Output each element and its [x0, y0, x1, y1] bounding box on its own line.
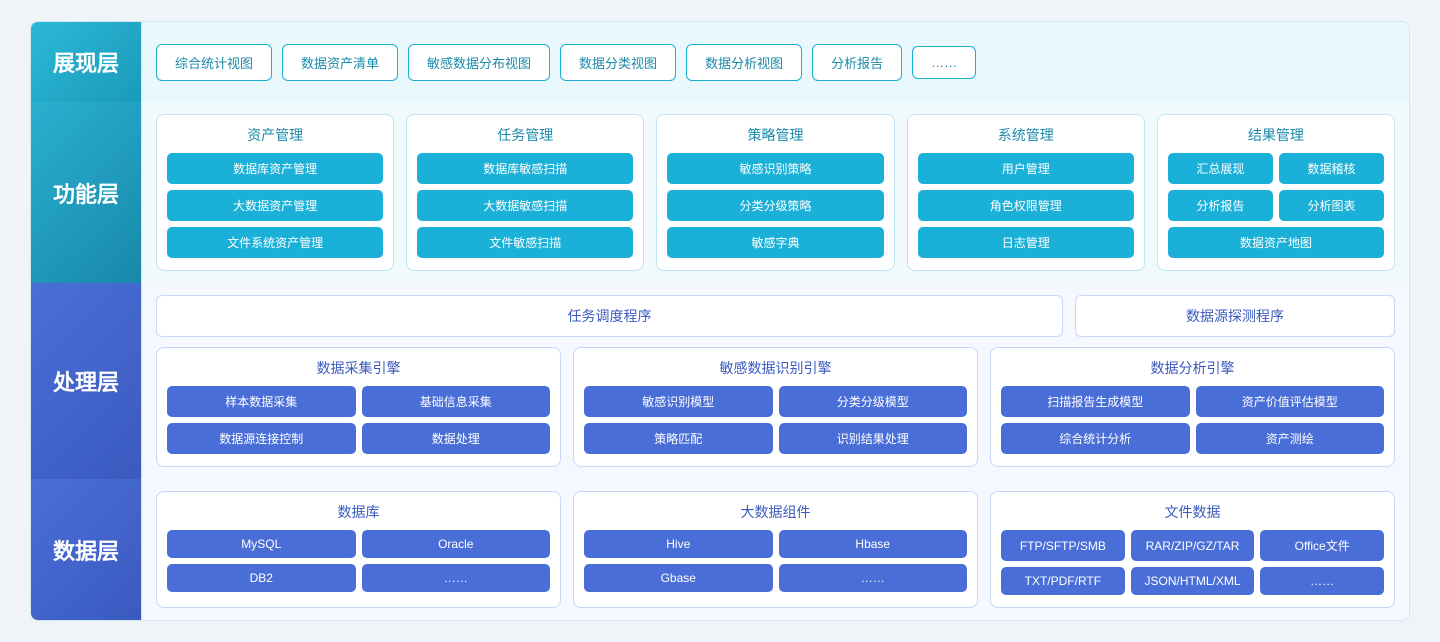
process-layer-content: 任务调度程序数据源探测程序数据采集引擎样本数据采集基础信息采集数据源连接控制数据…: [141, 283, 1409, 479]
func-card-title-1: 任务管理: [417, 125, 633, 145]
data-card-title-2: 文件数据: [1001, 502, 1384, 522]
func-card-title-2: 策略管理: [667, 125, 883, 145]
display-button[interactable]: 分析报告: [812, 44, 902, 81]
func-button[interactable]: 角色权限管理: [918, 190, 1134, 221]
data-layer-row: 数据层 数据库MySQLOracleDB2……大数据组件HiveHbaseGba…: [31, 479, 1409, 620]
data-card-2: 文件数据 FTP/SFTP/SMBRAR/ZIP/GZ/TAROffice文件 TX…: [990, 491, 1395, 608]
func-card-2: 策略管理敏感识别策略分类分级策略敏感字典: [656, 114, 894, 271]
display-layer-row: 展现层 综合统计视图数据资产清单敏感数据分布视图数据分类视图数据分析视图分析报告…: [31, 22, 1409, 102]
func-card-1: 任务管理数据库敏感扫描大数据敏感扫描文件敏感扫描: [406, 114, 644, 271]
func-button[interactable]: 汇总展现: [1168, 153, 1273, 184]
data-card-1: 大数据组件 HiveHbaseGbase……: [573, 491, 978, 608]
func-button[interactable]: 数据库资产管理: [167, 153, 383, 184]
func-button[interactable]: 数据资产地图: [1168, 227, 1384, 258]
func-button[interactable]: 用户管理: [918, 153, 1134, 184]
engines-row: 数据采集引擎样本数据采集基础信息采集数据源连接控制数据处理敏感数据识别引擎敏感识…: [156, 347, 1395, 467]
data-layer-label: 数据层: [31, 479, 141, 620]
engine-card-0: 数据采集引擎样本数据采集基础信息采集数据源连接控制数据处理: [156, 347, 561, 467]
func-button[interactable]: 文件系统资产管理: [167, 227, 383, 258]
display-layer-label: 展现层: [31, 22, 141, 102]
func-button[interactable]: 分析图表: [1279, 190, 1384, 221]
display-button[interactable]: ……: [912, 46, 976, 79]
engine-button[interactable]: 扫描报告生成模型: [1001, 386, 1190, 417]
func-card-0: 资产管理数据库资产管理大数据资产管理文件系统资产管理: [156, 114, 394, 271]
engine-title-0: 数据采集引擎: [167, 358, 550, 378]
data-layer-content: 数据库MySQLOracleDB2……大数据组件HiveHbaseGbase………: [141, 479, 1409, 620]
engine-button[interactable]: 样本数据采集: [167, 386, 356, 417]
func-button[interactable]: 大数据资产管理: [167, 190, 383, 221]
func-button[interactable]: 分类分级策略: [667, 190, 883, 221]
func-button[interactable]: 敏感识别策略: [667, 153, 883, 184]
process-layer-label: 处理层: [31, 283, 141, 479]
data-button[interactable]: ……: [362, 564, 551, 592]
engine-button[interactable]: 基础信息采集: [362, 386, 551, 417]
architecture-diagram: 展现层 综合统计视图数据资产清单敏感数据分布视图数据分类视图数据分析视图分析报告…: [30, 21, 1410, 621]
func-card-title-3: 系统管理: [918, 125, 1134, 145]
display-button[interactable]: 综合统计视图: [156, 44, 272, 81]
data-button[interactable]: Office文件: [1260, 530, 1384, 561]
func-button[interactable]: 数据稽核: [1279, 153, 1384, 184]
engine-button[interactable]: 资产价值评估模型: [1196, 386, 1385, 417]
task-scheduler: 任务调度程序: [156, 295, 1063, 337]
data-button[interactable]: ……: [1260, 567, 1384, 595]
engine-button[interactable]: 敏感识别模型: [584, 386, 773, 417]
process-layer-row: 处理层 任务调度程序数据源探测程序数据采集引擎样本数据采集基础信息采集数据源连接…: [31, 283, 1409, 479]
engine-button[interactable]: 数据处理: [362, 423, 551, 454]
func-button[interactable]: 敏感字典: [667, 227, 883, 258]
engine-card-1: 敏感数据识别引擎敏感识别模型分类分级模型策略匹配识别结果处理: [573, 347, 978, 467]
display-button[interactable]: 数据资产清单: [282, 44, 398, 81]
data-button[interactable]: RAR/ZIP/GZ/TAR: [1131, 530, 1255, 561]
func-button[interactable]: 大数据敏感扫描: [417, 190, 633, 221]
function-layer-row: 功能层 资产管理数据库资产管理大数据资产管理文件系统资产管理任务管理数据库敏感扫…: [31, 102, 1409, 283]
data-button[interactable]: Hbase: [779, 530, 968, 558]
data-card-title-0: 数据库: [167, 502, 550, 522]
process-top: 任务调度程序数据源探测程序: [156, 295, 1395, 337]
data-button[interactable]: Gbase: [584, 564, 773, 592]
engine-button[interactable]: 数据源连接控制: [167, 423, 356, 454]
engine-button[interactable]: 识别结果处理: [779, 423, 968, 454]
data-button[interactable]: DB2: [167, 564, 356, 592]
engine-button[interactable]: 资产测绘: [1196, 423, 1385, 454]
data-grid: 数据库MySQLOracleDB2……大数据组件HiveHbaseGbase………: [156, 491, 1395, 608]
func-button[interactable]: 日志管理: [918, 227, 1134, 258]
func-card-4: 结果管理汇总展现数据稽核分析报告分析图表数据资产地图: [1157, 114, 1395, 271]
func-button[interactable]: 数据库敏感扫描: [417, 153, 633, 184]
data-button[interactable]: MySQL: [167, 530, 356, 558]
function-layer-content: 资产管理数据库资产管理大数据资产管理文件系统资产管理任务管理数据库敏感扫描大数据…: [141, 102, 1409, 283]
engine-title-1: 敏感数据识别引擎: [584, 358, 967, 378]
data-button[interactable]: Hive: [584, 530, 773, 558]
data-card-title-1: 大数据组件: [584, 502, 967, 522]
engine-button[interactable]: 综合统计分析: [1001, 423, 1190, 454]
display-button[interactable]: 敏感数据分布视图: [408, 44, 550, 81]
data-button[interactable]: FTP/SFTP/SMB: [1001, 530, 1125, 561]
func-card-title-4: 结果管理: [1168, 125, 1384, 145]
function-layer-label: 功能层: [31, 102, 141, 283]
data-button[interactable]: ……: [779, 564, 968, 592]
data-button[interactable]: TXT/PDF/RTF: [1001, 567, 1125, 595]
engine-title-2: 数据分析引擎: [1001, 358, 1384, 378]
display-button[interactable]: 数据分析视图: [686, 44, 802, 81]
data-source-explorer: 数据源探测程序: [1075, 295, 1395, 337]
func-button[interactable]: 文件敏感扫描: [417, 227, 633, 258]
data-button[interactable]: Oracle: [362, 530, 551, 558]
engine-button[interactable]: 策略匹配: [584, 423, 773, 454]
engine-button[interactable]: 分类分级模型: [779, 386, 968, 417]
func-card-3: 系统管理用户管理角色权限管理日志管理: [907, 114, 1145, 271]
function-grid: 资产管理数据库资产管理大数据资产管理文件系统资产管理任务管理数据库敏感扫描大数据…: [156, 114, 1395, 271]
data-button[interactable]: JSON/HTML/XML: [1131, 567, 1255, 595]
func-card-title-0: 资产管理: [167, 125, 383, 145]
func-button[interactable]: 分析报告: [1168, 190, 1273, 221]
display-layer-content: 综合统计视图数据资产清单敏感数据分布视图数据分类视图数据分析视图分析报告 ……: [141, 22, 1409, 102]
display-button[interactable]: 数据分类视图: [560, 44, 676, 81]
data-card-0: 数据库 MySQLOracleDB2……: [156, 491, 561, 608]
engine-card-2: 数据分析引擎扫描报告生成模型资产价值评估模型综合统计分析资产测绘: [990, 347, 1395, 467]
